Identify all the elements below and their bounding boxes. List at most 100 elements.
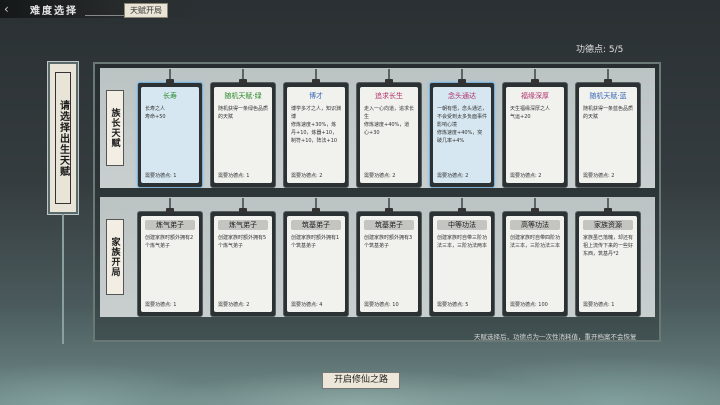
talent-card[interactable]: 福缘深厚天生福缘深厚之人 气运+20 需要功德点: 2 [502, 69, 568, 188]
card-effects: 修炼速度+30%，炼丹+10，炼器+10，制符+10，阵法+10 [291, 122, 338, 144]
talent-card[interactable]: 博才博学多才之人，知识渊博修炼速度+30%，炼丹+10，炼器+10，制符+10，… [283, 69, 349, 188]
card-pin-head [312, 208, 320, 213]
card-name: 家族资源 [583, 220, 633, 230]
card-cost: 需要功德点: 10 [364, 302, 399, 308]
family-start-cards: 炼气弟子创建家族时额外拥有2个炼气弟子需要功德点: 1 炼气弟子创建家族时额外拥有… [137, 197, 655, 317]
page-title: 难度选择 [30, 6, 78, 17]
card-body: 筑基弟子创建家族时额外拥有3个筑基弟子需要功德点: 10 [360, 216, 418, 312]
card-pin-head [531, 208, 539, 213]
card-desc: 走入一心向道，追求长生 [364, 106, 415, 120]
card-cost: 需要功德点: 2 [291, 173, 323, 179]
card-body: 随机天赋·蓝随机获得一条蓝色品质的天赋需要功德点: 2 [579, 87, 637, 183]
card-body: 高等功法创建家族时自带四阶功法三本，三阶功法三本需要功德点: 100 [506, 216, 564, 312]
tab-talent-start[interactable]: 天赋开局 [124, 3, 168, 18]
card-desc: 创建家族时额外拥有5个炼气弟子 [218, 235, 267, 249]
card-name: 长寿 [163, 92, 177, 100]
side-title-panel: 请选择出生天赋 [48, 62, 78, 214]
card-effects: 修炼速度+40%，突破几率+4% [437, 130, 483, 144]
row-label-text: 家族开局 [109, 237, 120, 277]
card-body: 中等功法创建家族时自带三阶功法三本，三阶功法两本需要功德点: 5 [433, 216, 491, 312]
card-pin-head [239, 208, 247, 213]
talent-card[interactable]: 中等功法创建家族时自带三阶功法三本，三阶功法两本需要功德点: 5 [429, 198, 495, 317]
side-divider [62, 214, 64, 344]
talent-card[interactable]: 炼气弟子创建家族时额外拥有5个炼气弟子需要功德点: 2 [210, 198, 276, 317]
row-label-text: 族长天赋 [109, 108, 120, 148]
card-pin-head [604, 79, 612, 84]
talent-card[interactable]: 念头通达一朝有悟，念头通达，不会受到太多负面事件影响心境修炼速度+40%，突破几… [429, 69, 495, 188]
card-name: 高等功法 [510, 220, 560, 230]
talent-card[interactable]: 高等功法创建家族时自带四阶功法三本，三阶功法三本需要功德点: 100 [502, 198, 568, 317]
talent-card[interactable]: 筑基弟子 创建家族时额外拥有1个筑基弟子 需要功德点: 4 [283, 198, 349, 317]
card-cost: 需要功德点: 1 [145, 302, 177, 308]
card-name: 博才 [309, 92, 323, 100]
card-body: 追求长生 走入一心向道，追求长生 修炼速度+40%，道心+30 需要功德点: 2 [360, 87, 418, 183]
card-body: 筑基弟子 创建家族时额外拥有1个筑基弟子 需要功德点: 4 [287, 216, 345, 312]
row-leader-talent: 族长天赋 长寿长寿之人寿命+50 需要功德点: 1 随机天赋·绿随机获得一条绿色品质… [100, 68, 655, 188]
card-desc: 随机获得一条蓝色品质的天赋 [583, 106, 634, 120]
card-cost: 需要功德点: 2 [364, 173, 396, 179]
side-title: 请选择出生天赋 [57, 99, 69, 177]
notice-text: 天赋选择后，功德点为一次性消耗值，重开档案不会恢复 [474, 333, 637, 341]
talent-card[interactable]: 炼气弟子 创建家族时额外拥有2个炼气弟子 需要功德点: 1 [137, 198, 203, 317]
card-cost: 需要功德点: 2 [510, 173, 542, 179]
card-name: 筑基弟子 [364, 220, 414, 230]
talent-card[interactable]: 追求长生 走入一心向道，追求长生 修炼速度+40%，道心+30 需要功德点: 2 [356, 69, 422, 188]
talent-card[interactable]: 随机天赋·绿 随机获得一条绿色品质的天赋 需要功德点: 1 [210, 69, 276, 188]
card-pin-head [166, 79, 174, 84]
row-family-start: 家族开局 炼气弟子 创建家族时额外拥有2个炼气弟子 需要功德点: 1 炼气弟子 创建家族… [100, 197, 655, 317]
card-desc: 创建家族时额外拥有3个筑基弟子 [364, 235, 413, 249]
card-desc: 创建家族时额外拥有2个炼气弟子 [145, 235, 194, 249]
card-name: 念头通达 [448, 92, 476, 100]
card-effects: 寿命+50 [145, 114, 166, 120]
card-cost: 需要功德点: 1 [145, 173, 177, 179]
card-desc: 天生福缘深厚之人 [510, 106, 551, 112]
card-name: 随机天赋·绿 [224, 92, 262, 100]
card-body: 随机天赋·绿 随机获得一条绿色品质的天赋 需要功德点: 1 [214, 87, 272, 183]
card-cost: 需要功德点: 2 [437, 173, 469, 179]
card-pin-head [458, 79, 466, 84]
title-underline [85, 15, 125, 16]
card-cost: 需要功德点: 4 [291, 302, 323, 308]
card-name: 随机天赋·蓝 [589, 92, 627, 100]
card-pin-head [166, 208, 174, 213]
card-body: 念头通达一朝有悟，念头通达，不会受到太多负面事件影响心境修炼速度+40%，突破几… [433, 87, 491, 183]
card-pin-head [531, 79, 539, 84]
card-name: 中等功法 [437, 220, 487, 230]
back-arrow-icon[interactable]: ‹ [4, 2, 18, 16]
card-desc: 博学多才之人，知识渊博 [291, 106, 342, 120]
card-body: 博才博学多才之人，知识渊博修炼速度+30%，炼丹+10，炼器+10，制符+10，… [287, 87, 345, 183]
card-pin-head [312, 79, 320, 84]
card-body: 长寿长寿之人寿命+50 需要功德点: 1 [141, 87, 199, 183]
card-name: 炼气弟子 [218, 220, 268, 230]
card-name: 筑基弟子 [291, 220, 341, 230]
card-name: 福缘深厚 [521, 92, 549, 100]
card-pin-head [458, 208, 466, 213]
talent-card[interactable]: 长寿长寿之人寿命+50 需要功德点: 1 [137, 69, 203, 188]
card-desc: 长寿之人 [145, 106, 166, 112]
card-cost: 需要功德点: 100 [510, 302, 548, 308]
card-desc: 一朝有悟，念头通达，不会受到太多负面事件影响心境 [437, 106, 488, 128]
card-desc: 家族虽已落魄，却还有祖上流传下来的一些好东西，筑基丹*2 [583, 235, 634, 257]
card-effects: 气运+20 [510, 114, 531, 120]
card-desc: 随机获得一条绿色品质的天赋 [218, 106, 269, 120]
card-pin-head [239, 79, 247, 84]
merit-points: 功德点: 5/5 [576, 45, 624, 55]
card-desc: 创建家族时自带四阶功法三本，三阶功法三本 [510, 235, 561, 249]
card-cost: 需要功德点: 2 [583, 173, 615, 179]
card-body: 炼气弟子创建家族时额外拥有5个炼气弟子需要功德点: 2 [214, 216, 272, 312]
card-body: 家族资源 家族虽已落魄，却还有祖上流传下来的一些好东西，筑基丹*2 需要功德点: 1 [579, 216, 637, 312]
talent-card[interactable]: 家族资源 家族虽已落魄，却还有祖上流传下来的一些好东西，筑基丹*2 需要功德点: 1 [575, 198, 641, 317]
card-cost: 需要功德点: 2 [218, 302, 250, 308]
card-cost: 需要功德点: 5 [437, 302, 469, 308]
side-title-border: 请选择出生天赋 [55, 72, 71, 204]
card-pin-head [385, 79, 393, 84]
card-body: 福缘深厚天生福缘深厚之人 气运+20 需要功德点: 2 [506, 87, 564, 183]
card-desc: 创建家族时自带三阶功法三本，三阶功法两本 [437, 235, 488, 249]
start-journey-button[interactable]: 开启修仙之路 [322, 372, 400, 389]
card-pin-head [604, 208, 612, 213]
top-bar: ‹ 难度选择 [0, 0, 200, 18]
talent-card[interactable]: 筑基弟子创建家族时额外拥有3个筑基弟子需要功德点: 10 [356, 198, 422, 317]
talent-card[interactable]: 随机天赋·蓝随机获得一条蓝色品质的天赋需要功德点: 2 [575, 69, 641, 188]
leader-talent-cards: 长寿长寿之人寿命+50 需要功德点: 1 随机天赋·绿随机获得一条绿色品质的天赋需要… [137, 68, 655, 188]
card-body: 炼气弟子 创建家族时额外拥有2个炼气弟子 需要功德点: 1 [141, 216, 199, 312]
